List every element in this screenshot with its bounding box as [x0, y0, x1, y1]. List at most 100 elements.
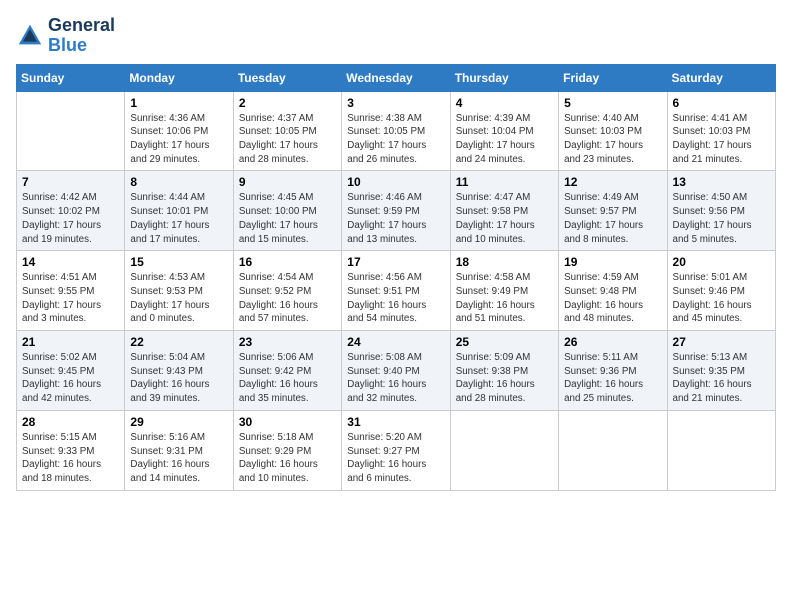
- calendar-cell: 31 Sunrise: 5:20 AM Sunset: 9:27 PM Dayli…: [342, 410, 450, 490]
- calendar-cell: 8 Sunrise: 4:44 AM Sunset: 10:01 PM Dayli…: [125, 171, 233, 251]
- calendar-table: SundayMondayTuesdayWednesdayThursdayFrid…: [16, 64, 776, 491]
- header-section: General Blue: [16, 16, 776, 56]
- calendar-cell: 30 Sunrise: 5:18 AM Sunset: 9:29 PM Dayli…: [233, 410, 341, 490]
- day-info: Sunrise: 4:54 AM Sunset: 9:52 PM Dayligh…: [239, 271, 336, 326]
- day-info: Sunrise: 5:20 AM Sunset: 9:27 PM Dayligh…: [347, 431, 444, 486]
- day-number: 11: [456, 175, 553, 189]
- day-number: 25: [456, 335, 553, 349]
- day-number: 24: [347, 335, 444, 349]
- calendar-cell: 7Sunrise: 4:42 AM Sunset: 10:02 PM Dayli…: [17, 171, 125, 251]
- day-info: Sunrise: 4:45 AM Sunset: 10:00 PM Daylig…: [239, 191, 336, 246]
- day-info: Sunrise: 4:36 AM Sunset: 10:06 PM Daylig…: [130, 112, 227, 167]
- week-row-1: 1 Sunrise: 4:36 AM Sunset: 10:06 PM Dayli…: [17, 91, 776, 171]
- day-number: 23: [239, 335, 336, 349]
- day-number: 19: [564, 255, 661, 269]
- day-info: Sunrise: 4:50 AM Sunset: 9:56 PM Dayligh…: [673, 191, 770, 246]
- column-header-tuesday: Tuesday: [233, 64, 341, 91]
- day-number: 8: [130, 175, 227, 189]
- day-info: Sunrise: 5:11 AM Sunset: 9:36 PM Dayligh…: [564, 351, 661, 406]
- day-number: 31: [347, 415, 444, 429]
- calendar-cell: 21 Sunrise: 5:02 AM Sunset: 9:45 PM Dayli…: [17, 331, 125, 411]
- day-info: Sunrise: 4:59 AM Sunset: 9:48 PM Dayligh…: [564, 271, 661, 326]
- calendar-cell: 24 Sunrise: 5:08 AM Sunset: 9:40 PM Dayli…: [342, 331, 450, 411]
- day-info: Sunrise: 5:15 AM Sunset: 9:33 PM Dayligh…: [22, 431, 119, 486]
- calendar-cell: 18Sunrise: 4:58 AM Sunset: 9:49 PM Dayli…: [450, 251, 558, 331]
- day-number: 3: [347, 96, 444, 110]
- calendar-cell: 29Sunrise: 5:16 AM Sunset: 9:31 PM Dayli…: [125, 410, 233, 490]
- calendar-cell: 15Sunrise: 4:53 AM Sunset: 9:53 PM Dayli…: [125, 251, 233, 331]
- day-number: 22: [130, 335, 227, 349]
- calendar-cell: 28 Sunrise: 5:15 AM Sunset: 9:33 PM Dayli…: [17, 410, 125, 490]
- calendar-cell: 20Sunrise: 5:01 AM Sunset: 9:46 PM Dayli…: [667, 251, 775, 331]
- day-info: Sunrise: 5:02 AM Sunset: 9:45 PM Dayligh…: [22, 351, 119, 406]
- day-info: Sunrise: 4:42 AM Sunset: 10:02 PM Daylig…: [22, 191, 119, 246]
- day-number: 2: [239, 96, 336, 110]
- day-info: Sunrise: 4:46 AM Sunset: 9:59 PM Dayligh…: [347, 191, 444, 246]
- calendar-cell: 13 Sunrise: 4:50 AM Sunset: 9:56 PM Dayli…: [667, 171, 775, 251]
- day-info: Sunrise: 4:47 AM Sunset: 9:58 PM Dayligh…: [456, 191, 553, 246]
- column-header-sunday: Sunday: [17, 64, 125, 91]
- day-info: Sunrise: 4:58 AM Sunset: 9:49 PM Dayligh…: [456, 271, 553, 326]
- week-row-5: 28 Sunrise: 5:15 AM Sunset: 9:33 PM Dayli…: [17, 410, 776, 490]
- calendar-cell: 25 Sunrise: 5:09 AM Sunset: 9:38 PM Dayli…: [450, 331, 558, 411]
- calendar-cell: [559, 410, 667, 490]
- week-row-3: 14 Sunrise: 4:51 AM Sunset: 9:55 PM Dayli…: [17, 251, 776, 331]
- calendar-cell: 12 Sunrise: 4:49 AM Sunset: 9:57 PM Dayli…: [559, 171, 667, 251]
- calendar-cell: 3 Sunrise: 4:38 AM Sunset: 10:05 PM Dayli…: [342, 91, 450, 171]
- day-info: Sunrise: 4:40 AM Sunset: 10:03 PM Daylig…: [564, 112, 661, 167]
- calendar-cell: [450, 410, 558, 490]
- column-header-monday: Monday: [125, 64, 233, 91]
- column-header-friday: Friday: [559, 64, 667, 91]
- day-number: 20: [673, 255, 770, 269]
- day-number: 21: [22, 335, 119, 349]
- day-number: 4: [456, 96, 553, 110]
- day-info: Sunrise: 4:49 AM Sunset: 9:57 PM Dayligh…: [564, 191, 661, 246]
- day-info: Sunrise: 4:51 AM Sunset: 9:55 PM Dayligh…: [22, 271, 119, 326]
- day-number: 30: [239, 415, 336, 429]
- day-number: 10: [347, 175, 444, 189]
- calendar-cell: 10 Sunrise: 4:46 AM Sunset: 9:59 PM Dayli…: [342, 171, 450, 251]
- calendar-cell: 4 Sunrise: 4:39 AM Sunset: 10:04 PM Dayli…: [450, 91, 558, 171]
- week-row-4: 21 Sunrise: 5:02 AM Sunset: 9:45 PM Dayli…: [17, 331, 776, 411]
- day-number: 6: [673, 96, 770, 110]
- day-number: 13: [673, 175, 770, 189]
- day-number: 26: [564, 335, 661, 349]
- calendar-cell: 14 Sunrise: 4:51 AM Sunset: 9:55 PM Dayli…: [17, 251, 125, 331]
- calendar-cell: 26 Sunrise: 5:11 AM Sunset: 9:36 PM Dayli…: [559, 331, 667, 411]
- calendar-cell: 19 Sunrise: 4:59 AM Sunset: 9:48 PM Dayli…: [559, 251, 667, 331]
- calendar-cell: 17Sunrise: 4:56 AM Sunset: 9:51 PM Dayli…: [342, 251, 450, 331]
- calendar-cell: 16 Sunrise: 4:54 AM Sunset: 9:52 PM Dayli…: [233, 251, 341, 331]
- calendar-cell: 22 Sunrise: 5:04 AM Sunset: 9:43 PM Dayli…: [125, 331, 233, 411]
- day-number: 12: [564, 175, 661, 189]
- day-info: Sunrise: 5:09 AM Sunset: 9:38 PM Dayligh…: [456, 351, 553, 406]
- day-number: 14: [22, 255, 119, 269]
- day-number: 17: [347, 255, 444, 269]
- calendar-cell: 11 Sunrise: 4:47 AM Sunset: 9:58 PM Dayli…: [450, 171, 558, 251]
- logo: General Blue: [16, 16, 115, 56]
- day-number: 9: [239, 175, 336, 189]
- calendar-cell: [667, 410, 775, 490]
- day-info: Sunrise: 4:38 AM Sunset: 10:05 PM Daylig…: [347, 112, 444, 167]
- day-info: Sunrise: 5:18 AM Sunset: 9:29 PM Dayligh…: [239, 431, 336, 486]
- day-number: 27: [673, 335, 770, 349]
- day-info: Sunrise: 5:08 AM Sunset: 9:40 PM Dayligh…: [347, 351, 444, 406]
- calendar-cell: 5Sunrise: 4:40 AM Sunset: 10:03 PM Dayli…: [559, 91, 667, 171]
- column-header-saturday: Saturday: [667, 64, 775, 91]
- day-info: Sunrise: 4:44 AM Sunset: 10:01 PM Daylig…: [130, 191, 227, 246]
- calendar-cell: 23Sunrise: 5:06 AM Sunset: 9:42 PM Dayli…: [233, 331, 341, 411]
- day-number: 16: [239, 255, 336, 269]
- calendar-cell: [17, 91, 125, 171]
- logo-icon: [16, 22, 44, 50]
- calendar-cell: 2Sunrise: 4:37 AM Sunset: 10:05 PM Dayli…: [233, 91, 341, 171]
- day-number: 29: [130, 415, 227, 429]
- day-number: 15: [130, 255, 227, 269]
- day-number: 1: [130, 96, 227, 110]
- day-info: Sunrise: 5:04 AM Sunset: 9:43 PM Dayligh…: [130, 351, 227, 406]
- column-header-thursday: Thursday: [450, 64, 558, 91]
- header-row: SundayMondayTuesdayWednesdayThursdayFrid…: [17, 64, 776, 91]
- day-info: Sunrise: 4:41 AM Sunset: 10:03 PM Daylig…: [673, 112, 770, 167]
- week-row-2: 7Sunrise: 4:42 AM Sunset: 10:02 PM Dayli…: [17, 171, 776, 251]
- day-info: Sunrise: 4:39 AM Sunset: 10:04 PM Daylig…: [456, 112, 553, 167]
- column-header-wednesday: Wednesday: [342, 64, 450, 91]
- day-number: 28: [22, 415, 119, 429]
